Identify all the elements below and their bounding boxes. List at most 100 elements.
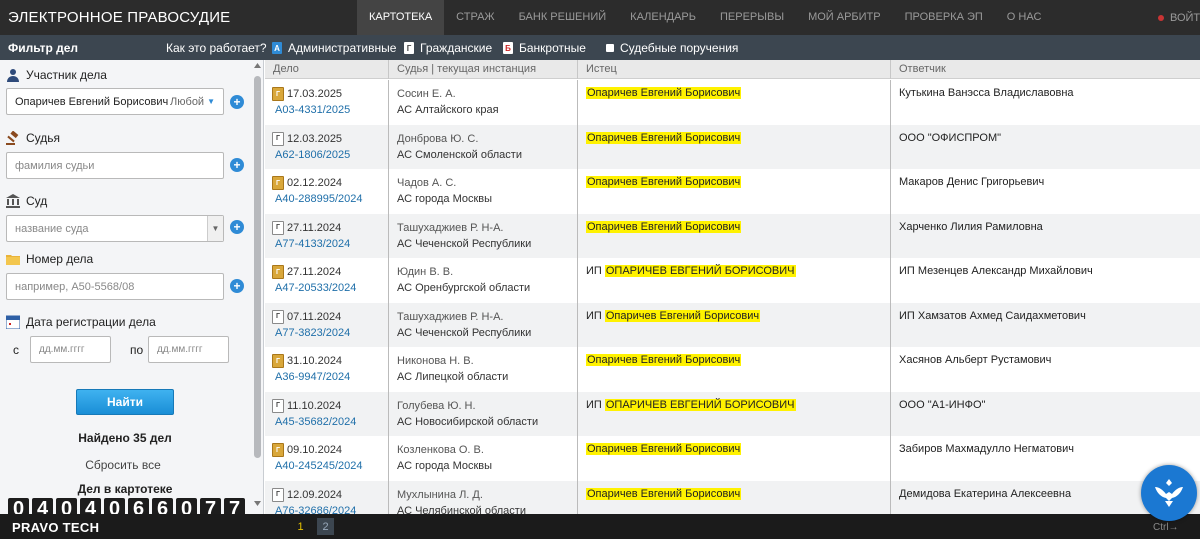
- table-row[interactable]: Г 17.03.2025 А03-4331/2025 Сосин Е. А. АС Ал…: [265, 80, 1200, 125]
- table-row[interactable]: Г 07.11.2024 А77-3823/2024 Ташухаджиев Р. Н…: [265, 302, 1200, 347]
- add-court-button[interactable]: +: [230, 220, 244, 234]
- court-dropdown-icon[interactable]: ▼: [207, 216, 223, 241]
- defendant-name[interactable]: Харченко Лилия Рамиловна: [899, 221, 1200, 233]
- add-judge-button[interactable]: +: [230, 158, 244, 172]
- defendant-name[interactable]: ООО "ОФИСПРОМ": [899, 132, 1200, 144]
- civil-case-icon: Г: [272, 398, 284, 413]
- judge-cell: Мухлынина Л. Д. АС Челябинской области: [389, 480, 578, 514]
- judge-name: Ташухаджиев Р. Н-А.: [397, 310, 504, 323]
- case-number-link[interactable]: А62-1806/2025: [272, 149, 350, 161]
- case-number-link[interactable]: А03-4331/2025: [272, 104, 350, 116]
- nav-strazh[interactable]: СТРАЖ: [444, 0, 506, 35]
- how-it-works-link[interactable]: Как это работает?: [166, 41, 267, 55]
- pravo-tech-logo[interactable]: PRAVO TECH: [12, 520, 99, 535]
- defendant-name[interactable]: ИП Мезенцев Александр Михайлович: [899, 265, 1200, 277]
- sidebar-scrollbar[interactable]: [252, 62, 263, 512]
- case-number-label-row: Номер дела: [6, 252, 93, 266]
- reset-all-link[interactable]: Сбросить все: [0, 458, 246, 472]
- participant-role-select[interactable]: Любой ▼: [170, 96, 215, 108]
- plaintiff-cell: ИП ОПАРИЧЕВ ЕВГЕНИЙ БОРИСОВИЧ: [578, 391, 891, 436]
- eagle-emblem-icon[interactable]: [1141, 465, 1197, 521]
- plaintiff-name[interactable]: Опаричев Евгений Борисович: [586, 443, 742, 455]
- court-placeholder: название суда: [15, 222, 89, 235]
- main-nav: КАРТОТЕКА СТРАЖ БАНК РЕШЕНИЙ КАЛЕНДАРЬ П…: [357, 0, 1053, 35]
- case-number-input[interactable]: например, А50-5568/08: [6, 273, 224, 300]
- table-row[interactable]: Г 02.12.2024 А40-288995/2024 Чадов А. С. АС …: [265, 169, 1200, 214]
- plaintiff-name[interactable]: Опаричев Евгений Борисович: [586, 131, 742, 144]
- scroll-down-icon[interactable]: [253, 499, 262, 507]
- case-number-link[interactable]: А77-4133/2024: [272, 238, 350, 250]
- case-number-link[interactable]: А40-288995/2024: [272, 193, 362, 205]
- nav-breaks[interactable]: ПЕРЕРЫВЫ: [708, 0, 796, 35]
- table-row[interactable]: Г 12.03.2025 А62-1806/2025 Донброва Ю. С. АС…: [265, 124, 1200, 169]
- login-link[interactable]: ВОЙТИ: [1158, 12, 1200, 24]
- defendant-name[interactable]: Кутькина Ванэсса Владиславовна: [899, 87, 1200, 99]
- scroll-up-icon[interactable]: [253, 62, 262, 70]
- nav-moy-arbitr[interactable]: МОЙ АРБИТР: [796, 0, 893, 35]
- judge-name: Юдин В. В.: [397, 266, 454, 278]
- case-number-link[interactable]: А77-3823/2024: [272, 327, 350, 339]
- date-from-input[interactable]: дд.мм.гггг: [30, 336, 111, 363]
- search-button[interactable]: Найти: [76, 389, 174, 415]
- defendant-cell: Макаров Денис Григорьевич: [891, 169, 1200, 214]
- plaintiff-name[interactable]: Опаричев Евгений Борисович: [586, 87, 742, 99]
- nav-bank-resheniy[interactable]: БАНК РЕШЕНИЙ: [507, 0, 619, 35]
- nav-about[interactable]: О НАС: [995, 0, 1054, 35]
- type-civil[interactable]: Г Гражданские: [404, 41, 492, 55]
- case-date: 07.11.2024: [287, 310, 342, 323]
- case-number-link[interactable]: А45-35682/2024: [272, 416, 356, 428]
- nav-check-signature[interactable]: ПРОВЕРКА ЭП: [893, 0, 995, 35]
- plaintiff-name[interactable]: Опаричев Евгений Борисович: [586, 487, 742, 500]
- case-number-link[interactable]: А76-32686/2024: [272, 505, 356, 515]
- defendant-name[interactable]: ООО "А1-ИНФО": [899, 399, 1200, 411]
- page-1[interactable]: 1: [292, 518, 309, 535]
- plaintiff-name[interactable]: ОПАРИЧЕВ ЕВГЕНИЙ БОРИСОВИЧ: [604, 398, 796, 411]
- sidebar-scroll-thumb[interactable]: [254, 76, 261, 458]
- add-case-number-button[interactable]: +: [230, 279, 244, 293]
- case-number-link[interactable]: А36-9947/2024: [272, 371, 350, 383]
- case-number-link[interactable]: А40-245245/2024: [272, 460, 362, 472]
- participant-label-row: Участник дела: [6, 68, 107, 82]
- case-cell: Г 12.09.2024 А76-32686/2024: [265, 480, 389, 515]
- type-administrative[interactable]: А Административные: [272, 41, 396, 55]
- table-row[interactable]: Г 11.10.2024 А45-35682/2024 Голубева Ю. Н. А…: [265, 391, 1200, 436]
- judge-name: Козленкова О. В.: [397, 444, 484, 456]
- nav-calendar[interactable]: КАЛЕНДАРЬ: [618, 0, 708, 35]
- table-row[interactable]: Г 12.09.2024 А76-32686/2024 Мухлынина Л. Д.…: [265, 480, 1200, 515]
- court-name: АС Оренбургской области: [397, 282, 531, 294]
- type-court-orders[interactable]: Судебные поручения: [606, 41, 738, 55]
- plaintiff-name[interactable]: Опаричев Евгений Борисович: [586, 220, 742, 233]
- table-row[interactable]: Г 27.11.2024 А77-4133/2024 Ташухаджиев Р. Н…: [265, 213, 1200, 258]
- defendant-name[interactable]: Забиров Махмадулло Негматович: [899, 443, 1200, 455]
- page-2[interactable]: 2: [317, 518, 334, 535]
- plaintiff-cell: Опаричев Евгений Борисович: [578, 124, 891, 169]
- date-to-input[interactable]: дд.мм.гггг: [148, 336, 229, 363]
- defendant-cell: Кутькина Ванэсса Владиславовна: [891, 80, 1200, 125]
- judge-label: Судья: [26, 131, 61, 145]
- table-row[interactable]: Г 31.10.2024 А36-9947/2024 Никонова Н. В. АС…: [265, 347, 1200, 392]
- plaintiff-name[interactable]: Опаричев Евгений Борисович: [586, 176, 742, 188]
- participant-input[interactable]: Опаричев Евгений Борисович Любой ▼: [6, 88, 224, 115]
- plaintiff-name[interactable]: Опаричев Евгений Борисович: [586, 354, 742, 366]
- defendant-name[interactable]: Макаров Денис Григорьевич: [899, 176, 1200, 188]
- filter-title: Фильтр дел: [8, 41, 79, 55]
- nav-kartoteka[interactable]: КАРТОТЕКА: [357, 0, 445, 35]
- plaintiff-name[interactable]: Опаричев Евгений Борисович: [604, 309, 761, 322]
- civil-case-icon: Г: [272, 131, 284, 146]
- court-input[interactable]: название суда ▼: [6, 215, 224, 242]
- table-row[interactable]: Г 09.10.2024 А40-245245/2024 Козленкова О. …: [265, 436, 1200, 481]
- case-date: 11.10.2024: [287, 399, 342, 412]
- site-logo[interactable]: ЭЛЕКТРОННОЕ ПРАВОСУДИЕ: [8, 9, 230, 26]
- col-defendant: Ответчик: [899, 63, 946, 75]
- defendant-name[interactable]: Хасянов Альберт Рустамович: [899, 354, 1200, 366]
- add-participant-button[interactable]: +: [230, 95, 244, 109]
- ctrl-shortcut-hint: Ctrl→: [1153, 522, 1179, 533]
- type-bankruptcy[interactable]: Б Банкротные: [503, 41, 586, 55]
- table-row[interactable]: Г 27.11.2024 А47-20533/2024 Юдин В. В. АС Ор…: [265, 258, 1200, 303]
- type-bankruptcy-label: Банкротные: [519, 41, 586, 55]
- plaintiff-name[interactable]: ОПАРИЧЕВ ЕВГЕНИЙ БОРИСОВИЧ: [604, 265, 796, 277]
- defendant-name[interactable]: ИП Хамзатов Ахмед Саидахметович: [899, 310, 1200, 322]
- case-number-link[interactable]: А47-20533/2024: [272, 282, 356, 294]
- judge-input[interactable]: фамилия судьи: [6, 152, 224, 179]
- date-from-label: с: [13, 343, 19, 357]
